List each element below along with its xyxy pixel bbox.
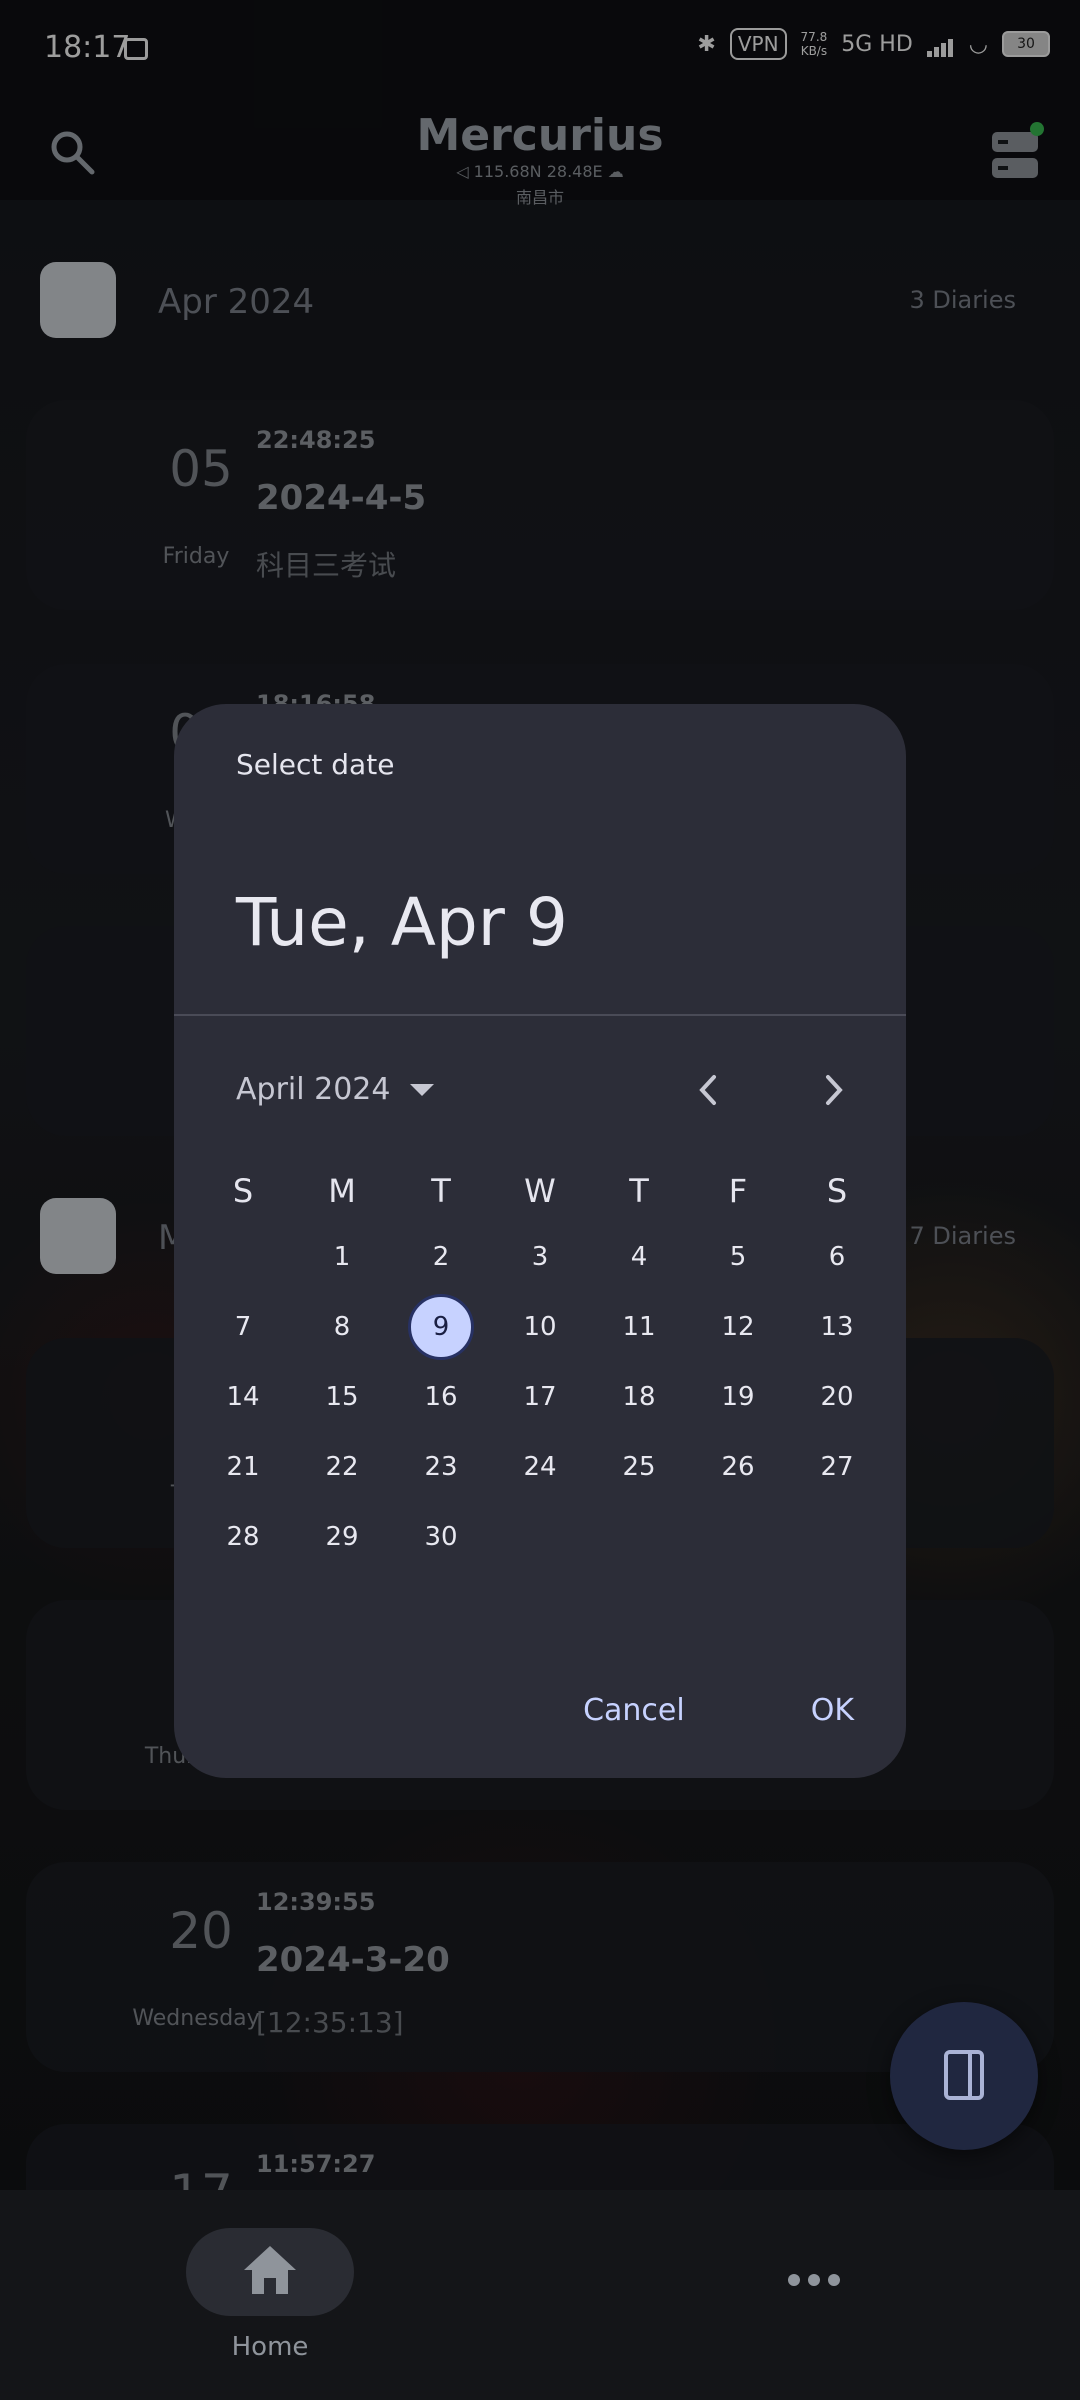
calendar-day[interactable]: 18 [606, 1364, 672, 1430]
calendar-day[interactable]: 19 [705, 1364, 771, 1430]
book-icon [944, 2050, 984, 2100]
weekday-label: T [629, 1172, 649, 1210]
calendar-day[interactable]: 17 [507, 1364, 573, 1430]
weekday-label: T [431, 1172, 451, 1210]
calendar-day[interactable]: 7 [210, 1294, 276, 1360]
date-picker-dialog: Select date Tue, Apr 9 April 2024 S M T … [174, 704, 906, 1778]
weekday-label: S [232, 1172, 254, 1210]
month-year-label: April 2024 [236, 1072, 391, 1107]
home-icon [244, 2246, 296, 2294]
calendar-day[interactable]: 10 [507, 1294, 573, 1360]
calendar-day[interactable]: 23 [408, 1434, 474, 1500]
calendar-day[interactable]: 30 [408, 1504, 474, 1570]
calendar-day[interactable]: 29 [309, 1504, 375, 1570]
divider [174, 1014, 906, 1016]
calendar-day[interactable]: 21 [210, 1434, 276, 1500]
new-diary-fab[interactable] [890, 2002, 1038, 2150]
selected-date-display[interactable]: Tue, Apr 9 [236, 884, 568, 961]
calendar-grid: 1 2 3 4 5 6 7 8 9 10 11 12 13 14 15 16 17 18 19 20 21 22 23 24 2… [174, 1228, 906, 1608]
calendar-day[interactable]: 1 [309, 1224, 375, 1290]
dialog-actions: Cancel OK [583, 1693, 854, 1728]
calendar-day[interactable]: 26 [705, 1434, 771, 1500]
dropdown-arrow-icon [410, 1083, 435, 1096]
calendar-day[interactable]: 20 [804, 1364, 870, 1430]
calendar-day[interactable]: 11 [606, 1294, 672, 1360]
dialog-label: Select date [236, 748, 395, 781]
weekday-label: S [826, 1172, 848, 1210]
weekday-label: W [524, 1172, 556, 1210]
more-icon[interactable] [786, 2270, 842, 2290]
calendar-day[interactable]: 3 [507, 1224, 573, 1290]
calendar-day[interactable]: 2 [408, 1224, 474, 1290]
calendar-day[interactable]: 24 [507, 1434, 573, 1500]
calendar-day[interactable]: 22 [309, 1434, 375, 1500]
ok-button[interactable]: OK [811, 1693, 854, 1728]
calendar-day[interactable]: 13 [804, 1294, 870, 1360]
previous-month-button[interactable] [678, 1060, 738, 1120]
calendar-day[interactable]: 25 [606, 1434, 672, 1500]
calendar-day[interactable]: 12 [705, 1294, 771, 1360]
nav-home-button[interactable] [186, 2228, 354, 2316]
calendar-day[interactable]: 4 [606, 1224, 672, 1290]
month-year-selector[interactable]: April 2024 [236, 1072, 435, 1107]
calendar-day[interactable]: 14 [210, 1364, 276, 1430]
calendar-day[interactable]: 28 [210, 1504, 276, 1570]
calendar-day[interactable]: 16 [408, 1364, 474, 1430]
calendar-day[interactable]: 15 [309, 1364, 375, 1430]
calendar-day[interactable]: 6 [804, 1224, 870, 1290]
calendar-day[interactable]: 9 [408, 1294, 474, 1360]
cancel-button[interactable]: Cancel [583, 1693, 685, 1728]
calendar-day[interactable]: 8 [309, 1294, 375, 1360]
bottom-navigation: Home [0, 2190, 1080, 2400]
nav-home-label: Home [231, 2332, 309, 2362]
next-month-button[interactable] [804, 1060, 864, 1120]
calendar-day[interactable]: 27 [804, 1434, 870, 1500]
chevron-right-icon [826, 1075, 843, 1105]
calendar-day[interactable]: 5 [705, 1224, 771, 1290]
weekday-label: F [728, 1172, 748, 1210]
weekday-label: M [328, 1172, 356, 1210]
chevron-left-icon [699, 1075, 716, 1105]
